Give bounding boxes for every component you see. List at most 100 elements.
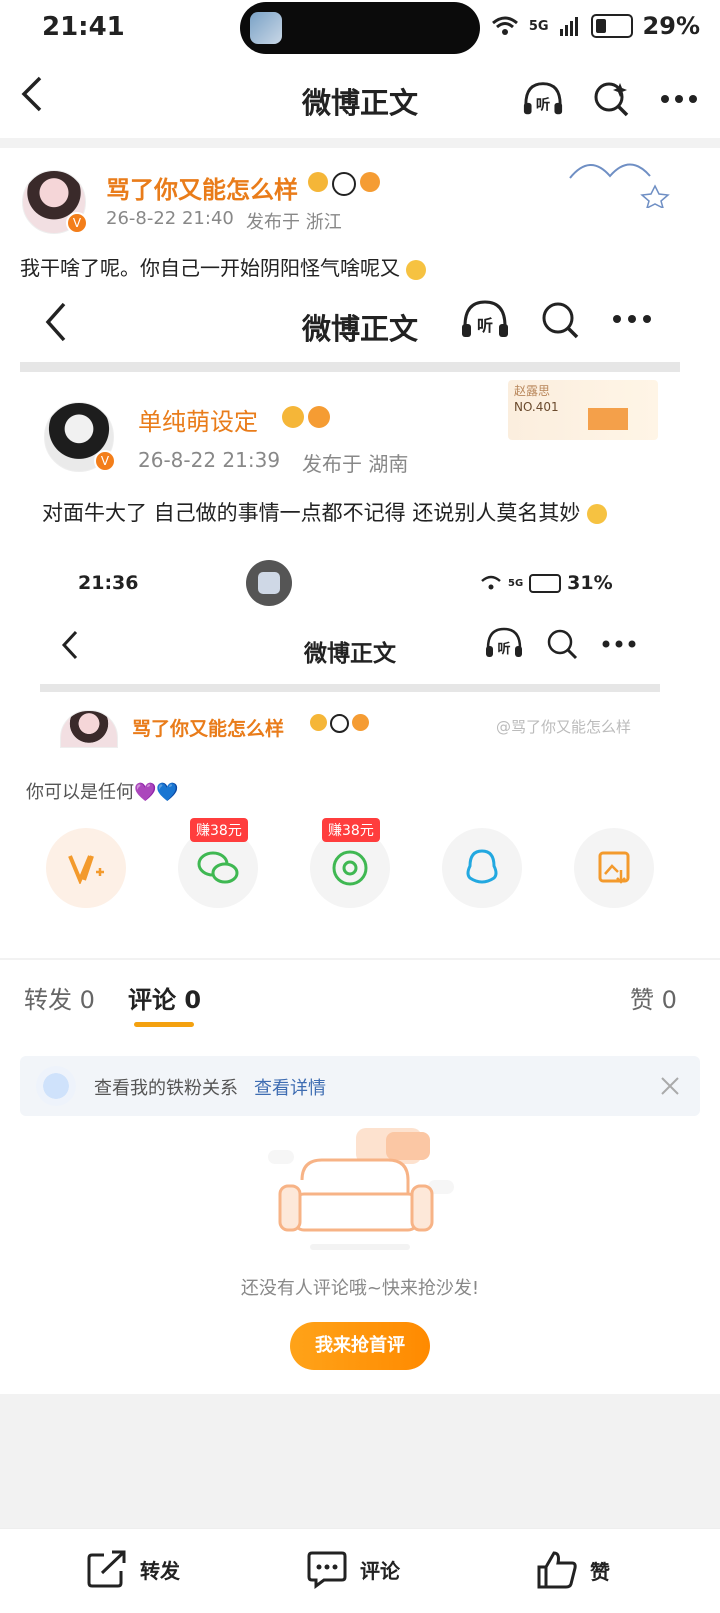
status-right: 5G 29% [491, 12, 700, 40]
tab-comment[interactable]: 评论 0 [128, 980, 201, 1015]
fans-banner[interactable]: 查看我的铁粉关系 查看详情 [20, 1056, 700, 1116]
headphone-icon: 听 [523, 82, 563, 115]
inner-status-time: 21:36 [78, 572, 139, 594]
fish-icon [360, 172, 380, 192]
comment-icon [307, 1551, 347, 1589]
save-image-icon [598, 851, 630, 884]
bottom-like-label: 赞 [590, 1559, 610, 1584]
shot-listen-label: 听 [477, 316, 493, 335]
navbar: 微博正文 听 [0, 56, 720, 138]
status-bar: 21:41 5G 29% [0, 0, 720, 56]
inner-divider [40, 684, 660, 692]
emoji-icon [406, 259, 427, 280]
search-icon [594, 82, 629, 117]
panda-icon [332, 172, 356, 196]
inner-status-right: 5G 31% [480, 572, 613, 594]
network-label: 5G [528, 18, 549, 34]
tab-repost[interactable]: 转发 0 [24, 980, 95, 1015]
bottom-comment-label: 评论 [360, 1558, 400, 1583]
moments-icon [332, 850, 368, 886]
shot-badge-no: NO.401 [514, 400, 559, 414]
inner-battery-icon [529, 573, 562, 593]
shot-username: 单纯萌设定 [138, 408, 258, 436]
user-badges [308, 172, 380, 196]
comments-section: 查看我的铁粉关系 查看详情 还没有人评论哦~快来抢沙发! 我来抢首评 [0, 1034, 720, 1394]
shot-badges [282, 406, 330, 428]
inner-avatar [60, 710, 118, 748]
inner-headphone-icon: 听 [486, 627, 522, 657]
inner-badges [310, 714, 369, 733]
watermark: @骂了你又能怎么样 [496, 718, 632, 736]
share-save-image-button[interactable] [574, 828, 654, 908]
signal-icon [559, 17, 578, 36]
battery-level: 29% [642, 12, 700, 40]
shot-text: 对面牛大了 自己做的事情一点都不记得 还说别人莫名其妙 [42, 496, 682, 530]
shot-crown-icon [282, 406, 304, 428]
listen-label: 听 [536, 96, 550, 114]
share-vplus-button[interactable] [46, 828, 126, 908]
inner-camera [246, 560, 292, 606]
shot-badge-block [588, 408, 628, 430]
empty-comments-text: 还没有人评论哦~快来抢沙发! [240, 1278, 480, 1299]
crown-icon [308, 172, 328, 192]
shot-text-content: 对面牛大了 自己做的事情一点都不记得 还说别人莫名其妙 [42, 501, 581, 525]
bottom-comment-button[interactable]: 评论 [306, 1549, 400, 1589]
shot-laugh-emoji-icon [587, 504, 608, 524]
qq-icon [466, 849, 498, 884]
close-icon[interactable] [660, 1076, 680, 1096]
inner-battery: 31% [567, 572, 613, 594]
inner-search-icon [547, 629, 578, 660]
embedded-screenshot[interactable]: 微博正文 听 V 单纯萌设定 26-8-22 21:39 发布于 湖南 赵露思 … [20, 290, 700, 790]
fans-link[interactable]: 查看详情 [254, 1074, 326, 1100]
repost-icon [87, 1550, 126, 1588]
post-text: 我干啥了呢。你自己一开始阴阳怪气啥呢又 [20, 252, 427, 281]
thumbs-up-icon [537, 1551, 577, 1589]
bottom-repost-button[interactable]: 转发 [86, 1549, 180, 1589]
inner-listen-label: 听 [497, 641, 510, 657]
inner-username: 骂了你又能怎么样 [132, 718, 285, 740]
tabs-bar: 转发 0 评论 0 赞 0 [0, 960, 720, 1035]
shot-verified-icon: V [94, 450, 116, 472]
inner-title: 微博正文 [304, 641, 396, 667]
post-time: 26-8-22 21:40 [106, 208, 234, 229]
bottom-repost-label: 转发 [140, 1558, 180, 1583]
battery-icon [590, 14, 633, 38]
inner-camera-avatar [258, 572, 280, 594]
shot-fish-icon [308, 406, 330, 428]
verified-icon: V [66, 212, 88, 234]
inner-wifi-icon [481, 575, 501, 590]
post-card: V 骂了你又能怎么样 26-8-22 21:40 发布于 浙江 我干啥了呢。你自… [0, 148, 720, 958]
bottom-like-button[interactable]: 赞 [536, 1549, 610, 1591]
nav-actions: 听 [522, 78, 700, 120]
island-avatar [250, 12, 282, 44]
post-username[interactable]: 骂了你又能怎么样 [106, 170, 298, 205]
shot-more-icon [613, 315, 651, 323]
more-icon [661, 95, 697, 103]
shot-badge-name: 赵露思 [514, 384, 551, 398]
bottom-bar: 转发 评论 赞 [0, 1528, 720, 1613]
inner-crown-icon [310, 714, 327, 731]
shot-fan-badge: 赵露思 NO.401 [508, 380, 658, 440]
first-comment-button[interactable]: 我来抢首评 [290, 1322, 430, 1370]
status-time: 21:41 [42, 12, 125, 42]
decoration-bow-icon [569, 163, 670, 208]
vplus-icon [68, 855, 104, 884]
share-row: 赚38元 赚38元 [0, 818, 720, 928]
listen-button[interactable]: 听 [522, 78, 564, 120]
shot-headphone-icon: 听 [462, 300, 508, 337]
more-button[interactable] [658, 78, 700, 120]
wechat-icon [197, 851, 239, 884]
share-qq-button[interactable] [442, 828, 522, 908]
inner-panda-icon [330, 714, 349, 733]
earn-badge-1: 赚38元 [190, 818, 248, 842]
wifi-icon [491, 16, 518, 35]
tab-like[interactable]: 赞 0 [630, 980, 677, 1015]
inner-more-icon [602, 640, 636, 648]
earn-badge-2: 赚38元 [322, 818, 380, 842]
empty-sofa-icon [268, 1128, 454, 1250]
shot-title: 微博正文 [301, 312, 418, 346]
fans-text: 查看我的铁粉关系 [94, 1078, 238, 1099]
shot-search-icon [542, 302, 579, 339]
post-text-content: 我干啥了呢。你自己一开始阴阳怪气啥呢又 [20, 256, 400, 280]
search-button[interactable] [590, 78, 632, 120]
